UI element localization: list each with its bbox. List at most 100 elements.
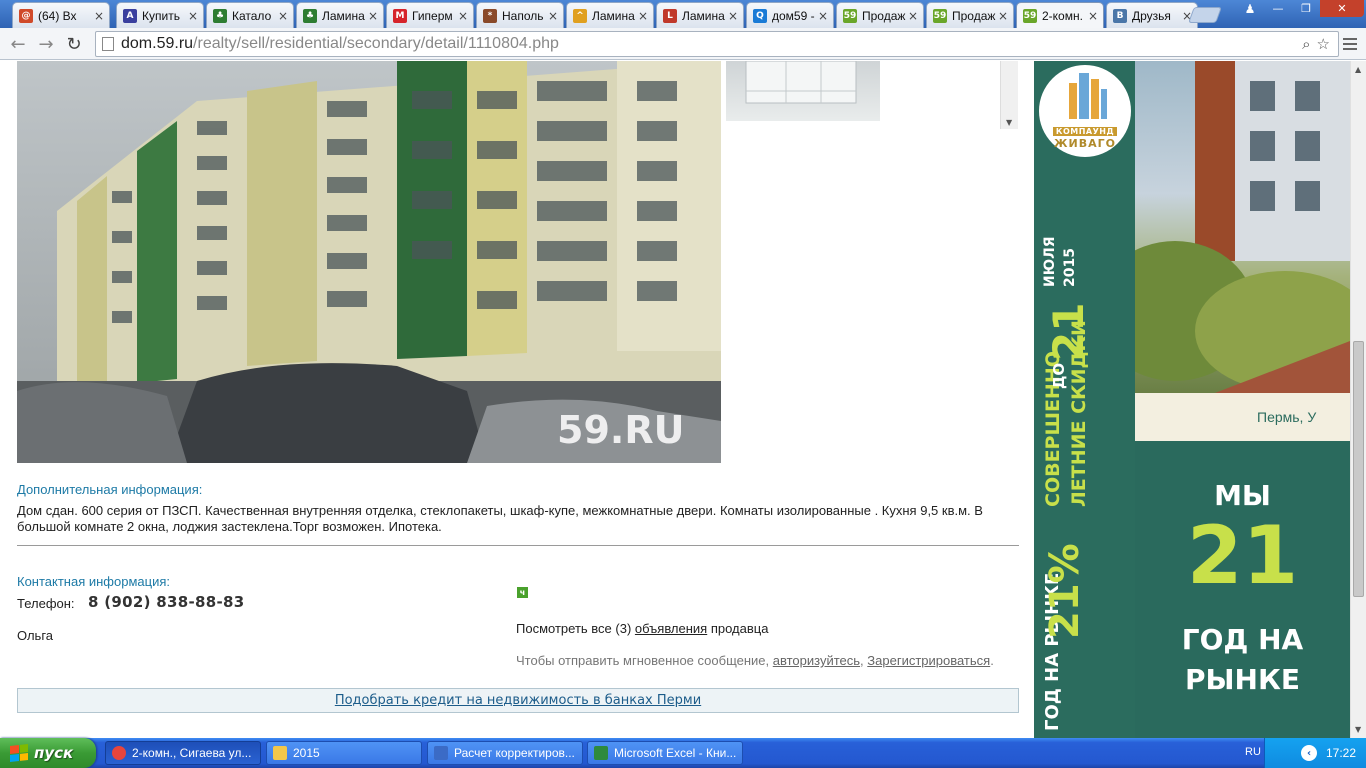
tab-favicon-icon: @	[19, 8, 33, 23]
taskbar-item-label: Расчет корректиров...	[454, 746, 575, 760]
tab-close-icon[interactable]: ×	[1087, 9, 1099, 23]
tab-close-icon[interactable]: ×	[457, 9, 469, 23]
browser-tab[interactable]: * Наполь ×	[476, 2, 564, 28]
seller-suffix: продавца	[710, 621, 769, 636]
tab-favicon-icon: 59	[843, 8, 857, 23]
banner-year-line1: ГОД НА	[1181, 623, 1304, 656]
taskbar-item[interactable]: Microsoft Excel - Кни...	[587, 741, 743, 765]
scroll-down-icon[interactable]: ▼	[1006, 118, 1012, 127]
banner-vertical-pct: 21%	[1042, 543, 1088, 639]
tab-close-icon[interactable]: ×	[367, 9, 379, 23]
seller-ads-link[interactable]: объявления	[635, 621, 707, 636]
tab-title: Друзья	[1132, 8, 1171, 23]
browser-tab[interactable]: A Купить ×	[116, 2, 204, 28]
extra-info-heading: Дополнительная информация:	[17, 482, 203, 497]
tab-favicon-icon: ♣	[303, 8, 317, 23]
start-button[interactable]: пуск	[0, 738, 96, 768]
browser-tab[interactable]: ♣ Катало ×	[206, 2, 294, 28]
close-window-icon[interactable]: ✕	[1320, 0, 1364, 17]
user-icon[interactable]: ♟	[1237, 0, 1263, 17]
taskbar-item-label: 2015	[293, 746, 320, 760]
tab-title: (64) Вх	[38, 8, 77, 23]
new-tab-button[interactable]	[1188, 7, 1222, 23]
tab-title: Купить	[142, 8, 180, 23]
phone-number: 8 (902) 838-88-83	[88, 593, 245, 611]
banner-city-strip: Пермь, У	[1135, 393, 1350, 441]
tab-close-icon[interactable]: ×	[187, 9, 199, 23]
tab-close-icon[interactable]: ×	[93, 9, 105, 23]
ad-banner[interactable]: КОМПАУНД ЖИВАГО ГОД НА РЫНКЕ 21% СОВЕРШЕ…	[1034, 61, 1350, 738]
banner-photo	[1135, 61, 1350, 393]
tab-close-icon[interactable]: ×	[817, 9, 829, 23]
browser-tab[interactable]: Qдом59 - ×	[746, 2, 834, 28]
tab-favicon-icon: M	[393, 8, 407, 23]
tab-title: Наполь	[502, 8, 544, 23]
back-icon[interactable]: ←	[6, 32, 30, 56]
icq-icon[interactable]: ч	[517, 587, 528, 598]
banner-vertical-month: ИЮЛЯ	[1042, 236, 1058, 287]
taskbar-item[interactable]: 2-комн., Сигаева ул...	[105, 741, 261, 765]
browser-tab[interactable]: ♣ Ламина ×	[296, 2, 384, 28]
listing-photo[interactable]: 59.RU	[17, 61, 721, 463]
extra-info-text: Дом сдан. 600 серия от ПЗСП. Качественна…	[17, 503, 983, 534]
browser-menu-icon[interactable]	[1340, 34, 1360, 54]
restore-icon[interactable]: ❐	[1292, 0, 1320, 17]
tab-favicon-icon: *	[483, 8, 497, 23]
language-indicator[interactable]: RU	[1245, 746, 1261, 758]
browser-tab[interactable]: @ (64) Вх ×	[12, 2, 110, 28]
banner-logo-brand: ЖИВАГО	[1054, 137, 1116, 150]
browser-tab-strip: @ (64) Вх × A Купить × ♣ Катало × ♣ Ламина × M Гиперм…	[0, 0, 1366, 29]
scroll-up-icon[interactable]: ▲	[1355, 65, 1361, 74]
browser-tab[interactable]: 59 2-комн. ×	[1016, 2, 1104, 29]
message-hint-prefix: Чтобы отправить мгновенное сообщение,	[516, 653, 770, 668]
chrome-icon	[112, 746, 126, 760]
browser-tab[interactable]: ^ Ламина ×	[566, 2, 654, 28]
url-text[interactable]: dom.59.ru/realty/sell/residential/second…	[121, 35, 559, 53]
scroll-down-icon[interactable]: ▼	[1355, 725, 1361, 734]
tab-close-icon[interactable]: ×	[997, 9, 1009, 23]
banner-years: 21	[1186, 509, 1299, 602]
forward-icon[interactable]: →	[34, 32, 58, 56]
browser-tab[interactable]: 59 Продаж ×	[836, 2, 924, 28]
tab-close-icon[interactable]: ×	[727, 9, 739, 23]
reload-icon[interactable]: ↻	[62, 32, 86, 56]
browser-tab[interactable]: B Друзья ×	[1106, 2, 1198, 28]
banner-year-line2: РЫНКЕ	[1185, 663, 1300, 696]
tab-close-icon[interactable]: ×	[547, 9, 559, 23]
banner-logo-plate: КОМПАУНД	[1052, 127, 1118, 136]
phone-label: Телефон:	[17, 596, 75, 611]
tab-favicon-icon: ^	[573, 8, 587, 23]
tab-close-icon[interactable]: ×	[907, 9, 919, 23]
photo-watermark: 59.RU	[557, 408, 684, 452]
excel-icon	[594, 746, 608, 760]
scrollbar-thumb[interactable]	[1353, 341, 1364, 597]
clock: 17:22	[1326, 746, 1357, 760]
taskbar-item-label: Microsoft Excel - Кни...	[614, 746, 737, 760]
zoom-icon[interactable]: ⌕	[1302, 35, 1310, 53]
tab-title: Ламина	[682, 8, 725, 23]
address-bar[interactable]: dom.59.ru/realty/sell/residential/second…	[95, 31, 1339, 57]
tray-expand-icon[interactable]: ‹	[1301, 745, 1317, 761]
windows-flag-icon	[10, 744, 28, 762]
taskbar-item[interactable]: Расчет корректиров...	[427, 741, 583, 765]
bookmark-star-icon[interactable]: ☆	[1317, 35, 1330, 53]
page-icon	[102, 37, 114, 51]
register-link[interactable]: Зарегистрироваться	[867, 653, 990, 668]
credit-link[interactable]: Подобрать кредит на недвижимость в банка…	[335, 693, 701, 708]
browser-tab[interactable]: 59 Продаж ×	[926, 2, 1014, 28]
tab-title: 2-комн.	[1042, 9, 1083, 23]
login-link[interactable]: авторизуйтесь	[773, 653, 860, 668]
taskbar-item[interactable]: 2015	[266, 741, 422, 765]
tab-close-icon[interactable]: ×	[637, 9, 649, 23]
thumbnail-scrollbar[interactable]: ▼	[1000, 61, 1018, 129]
browser-tab[interactable]: M Гиперм ×	[386, 2, 474, 28]
tab-close-icon[interactable]: ×	[277, 9, 289, 23]
banner-vertical-year: 2015	[1062, 248, 1078, 287]
page-viewport: 59.RU ▼ Дополнительная информация: Дом с…	[0, 61, 1366, 738]
browser-tab[interactable]: L Ламина ×	[656, 2, 744, 28]
page-scrollbar[interactable]: ▲ ▼	[1350, 61, 1366, 738]
listing-photo-thumbnail[interactable]	[726, 61, 880, 121]
url-host: dom.59.ru	[121, 35, 194, 52]
listing-content: 59.RU ▼ Дополнительная информация: Дом с…	[17, 61, 1019, 738]
minimize-icon[interactable]: —	[1264, 0, 1292, 17]
